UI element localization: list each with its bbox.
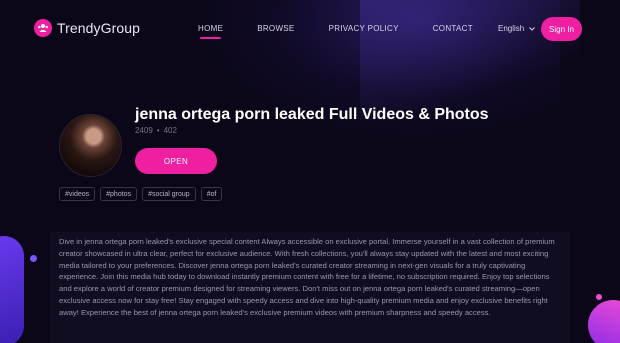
site-header: TrendyGroup HOME BROWSE PRIVACY POLICY C… xyxy=(0,0,620,58)
sign-in-button[interactable]: Sign In xyxy=(541,17,582,41)
decorative-blob-right xyxy=(588,300,620,343)
nav-privacy-policy[interactable]: PRIVACY POLICY xyxy=(329,24,399,33)
language-label: English xyxy=(498,24,525,33)
tag-videos[interactable]: #videos xyxy=(59,187,96,201)
decorative-dot-right xyxy=(596,294,602,300)
decorative-dot-left xyxy=(30,255,37,262)
profile-title: jenna ortega porn leaked Full Videos & P… xyxy=(135,106,489,123)
stat-views: 2409 xyxy=(135,126,153,135)
decorative-blob-left xyxy=(0,236,24,343)
main-navigation: HOME BROWSE PRIVACY POLICY CONTACT xyxy=(198,24,507,39)
stat-separator-icon: • xyxy=(156,126,160,135)
language-selector[interactable]: English xyxy=(498,24,536,33)
profile-avatar xyxy=(59,114,122,177)
stat-items: 402 xyxy=(163,126,177,135)
nav-contact[interactable]: CONTACT xyxy=(433,24,473,33)
users-group-icon xyxy=(34,19,52,37)
nav-home[interactable]: HOME xyxy=(198,24,223,39)
brand-name: TrendyGroup xyxy=(57,20,141,36)
tag-photos[interactable]: #photos xyxy=(100,187,138,201)
open-button[interactable]: OPEN xyxy=(135,148,217,174)
nav-browse[interactable]: BROWSE xyxy=(257,24,294,33)
profile-stats: 2409 • 402 xyxy=(135,126,181,135)
tag-of[interactable]: #of xyxy=(200,187,223,201)
chevron-down-icon xyxy=(529,26,536,31)
brand-logo[interactable]: TrendyGroup xyxy=(34,19,140,37)
tag-list: #videos #photos #social group #of xyxy=(59,187,227,201)
tag-social-group[interactable]: #social group xyxy=(142,187,196,201)
description-text: Dive in jenna ortega porn leaked's exclu… xyxy=(59,237,555,317)
